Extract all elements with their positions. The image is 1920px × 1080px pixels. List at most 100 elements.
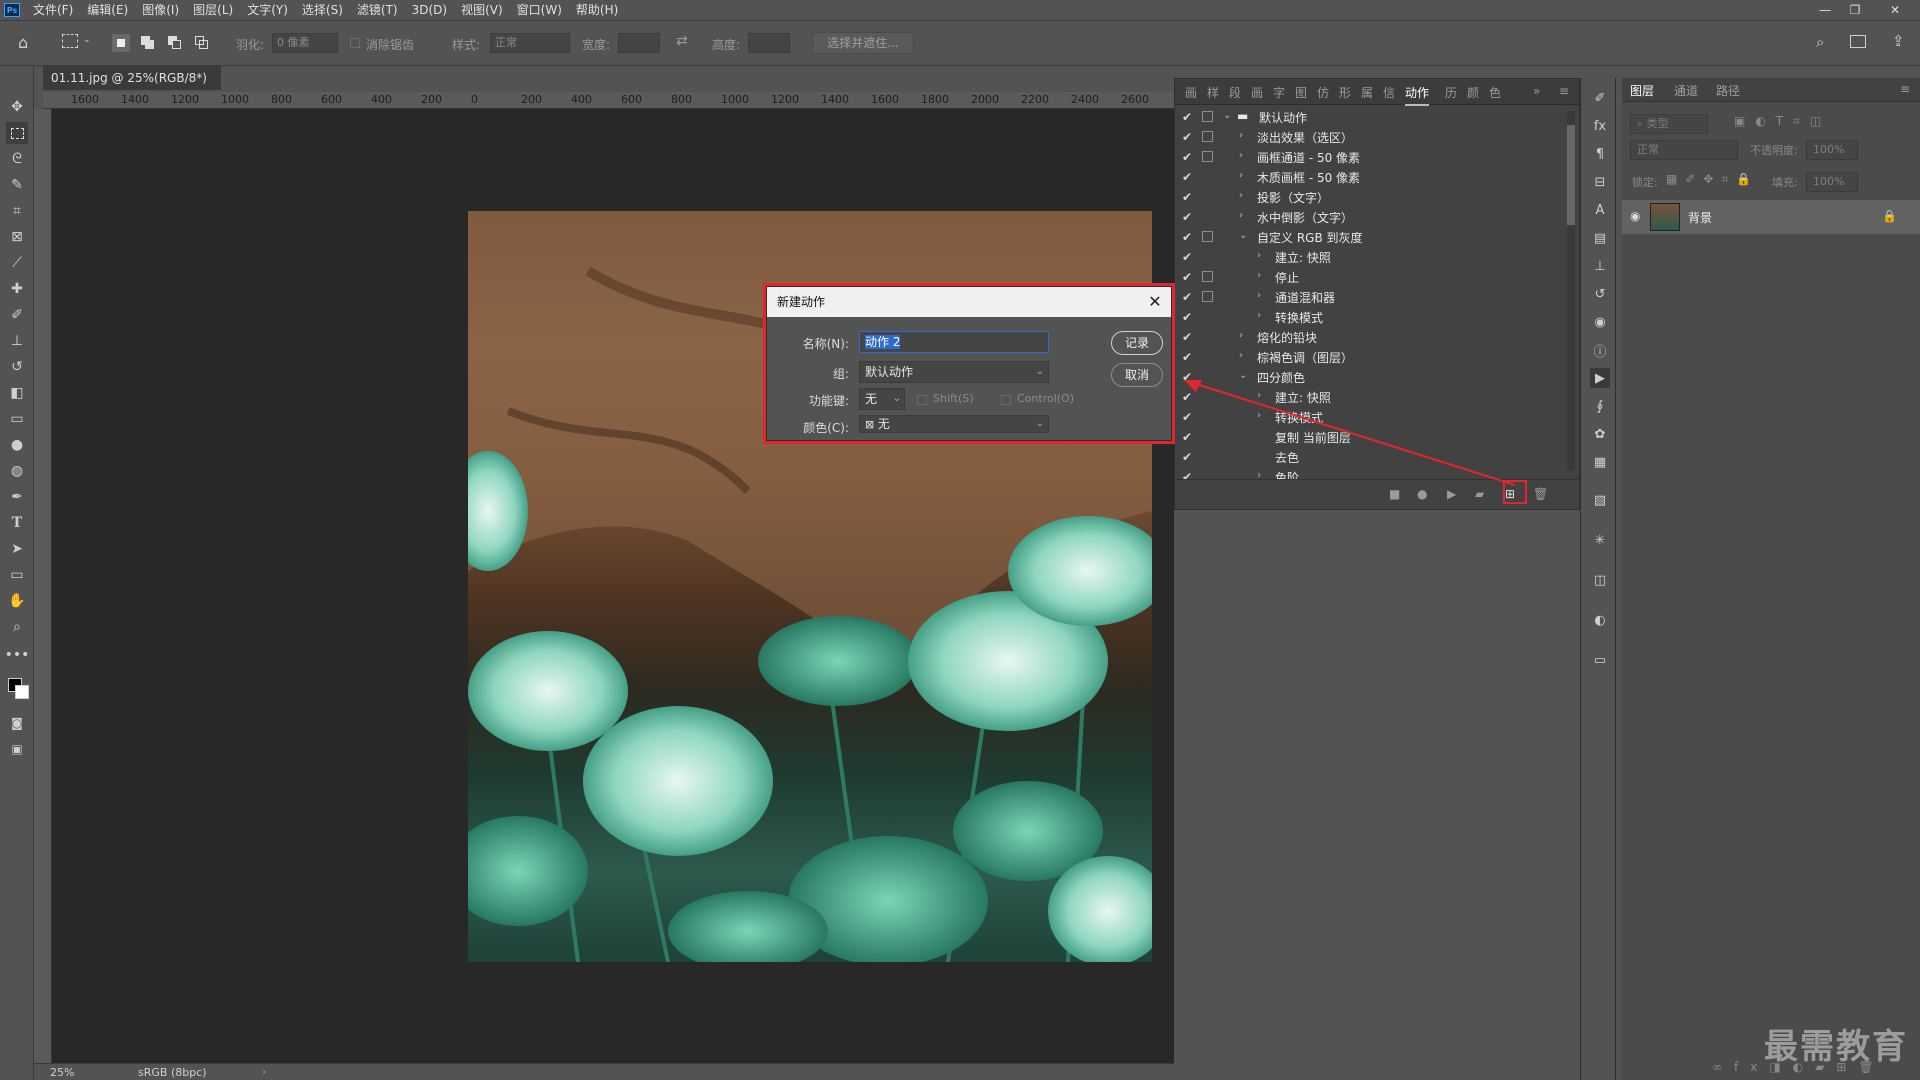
cancel-button[interactable]: 取消 [1111,363,1163,387]
fill-input[interactable]: 100% [1806,172,1858,192]
move-tool-icon[interactable]: ✥ [6,96,28,118]
adjustments-panel-icon[interactable]: ⊟ [1590,172,1610,192]
menu-3d[interactable]: 3D(D) [405,0,454,20]
action-set-row[interactable]: ✔ ⌄ ▬ 默认动作 [1175,107,1565,127]
swatches-panel-icon[interactable]: ▦ [1590,452,1610,472]
action-row[interactable]: ✔ › 棕褐色调（图层） [1175,347,1565,367]
clone-stamp-tool-icon[interactable]: ⊥ [6,330,28,352]
info-panel-icon[interactable]: ⓘ [1590,340,1610,360]
tab-brush-settings[interactable]: 画 [1251,84,1263,101]
action-row[interactable]: ✔ › 熔化的铅块 [1175,327,1565,347]
actions-scrollbar[interactable] [1567,111,1575,471]
search-icon[interactable]: ⌕ [1816,33,1824,51]
action-row[interactable]: ✔ › 停止 [1175,267,1565,287]
zoom-tool-icon[interactable]: ⌕ [6,616,28,638]
actions-panel-icon[interactable]: ▶ [1590,368,1610,388]
toggle-check-icon[interactable]: ✔ [1182,350,1192,364]
styles-panel-icon[interactable]: fx [1590,116,1610,136]
menu-select[interactable]: 选择(S) [295,0,350,20]
action-row[interactable]: ✔ ⌄ 自定义 RGB 到灰度 [1175,227,1565,247]
menu-layer[interactable]: 图层(L) [186,0,240,20]
screen-mode-icon[interactable]: ▣ [6,738,28,760]
record-button[interactable]: 记录 [1111,331,1163,355]
eye-icon[interactable]: ◉ [1630,209,1640,223]
action-row[interactable]: ✔ › 通道混和器 [1175,287,1565,307]
dialog-toggle-icon[interactable] [1202,151,1213,162]
expand-right-icon[interactable]: › [1239,330,1243,341]
action-row[interactable]: ✔ › 转换模式 [1175,307,1565,327]
tab-brush[interactable]: 画 [1185,84,1197,101]
color-select[interactable]: ⊠ 无 ⌄ [859,415,1049,433]
toggle-check-icon[interactable]: ✔ [1182,330,1192,344]
height-input[interactable] [748,33,790,53]
expand-right-icon[interactable]: › [1257,290,1261,301]
tab-paragraph[interactable]: 段 [1229,84,1241,101]
toggle-check-icon[interactable]: ✔ [1182,130,1192,144]
libraries-panel-icon[interactable]: ▤ [1590,228,1610,248]
layer-filter-select[interactable]: ⌕ 类型 [1630,114,1708,134]
marquee-preset-icon[interactable] [62,34,78,48]
menu-window[interactable]: 窗口(W) [510,0,569,20]
dialog-toggle-icon[interactable] [1202,231,1213,242]
dialog-toggle-icon[interactable] [1202,291,1213,302]
paragraph-panel-icon[interactable]: ¶ [1590,144,1610,164]
menu-filter[interactable]: 滤镜(T) [350,0,405,20]
glyphs-panel-icon[interactable]: ∮ [1590,396,1610,416]
subtract-selection-icon[interactable] [166,34,184,52]
expand-right-icon[interactable]: › [1257,270,1261,281]
toggle-check-icon[interactable]: ✔ [1182,250,1192,264]
clone-source-panel-icon[interactable]: ⊥ [1590,256,1610,276]
toggle-check-icon[interactable]: ✔ [1182,110,1192,124]
layer-row[interactable]: ◉ 背景 🔒 [1622,200,1920,234]
panel-menu-icon[interactable]: ≡ [1559,84,1569,98]
zoom-level[interactable]: 25% [50,1066,74,1079]
frame-tool-icon[interactable]: ⊠ [6,226,28,248]
dialog-toggle-icon[interactable] [1202,271,1213,282]
brush-tool-icon[interactable]: ✐ [6,304,28,326]
toggle-check-icon[interactable]: ✔ [1182,230,1192,244]
menu-help[interactable]: 帮助(H) [569,0,625,20]
blend-mode-select[interactable]: 正常 [1630,140,1738,160]
gradients-panel-icon[interactable]: ▭ [1590,650,1610,670]
expand-right-icon[interactable]: › [1239,190,1243,201]
action-row[interactable]: ✔ › 木质画框 - 50 像素 [1175,167,1565,187]
type-tool-icon[interactable]: T [6,512,28,534]
close-icon[interactable]: ✕ [1145,287,1165,317]
panel-menu-icon[interactable]: ≡ [1900,82,1910,96]
tab-info[interactable]: 信 [1383,84,1395,101]
workspace-icon[interactable] [1850,35,1866,48]
chevron-right-icon[interactable]: › [262,1065,266,1078]
shift-checkbox[interactable] [917,395,927,405]
eraser-tool-icon[interactable]: ◧ [6,382,28,404]
3d-panel-icon[interactable]: ✳ [1590,530,1610,550]
color-panel-icon[interactable]: ✿ [1590,424,1610,444]
action-row[interactable]: ✔ › 淡出效果（选区） [1175,127,1565,147]
tab-clone[interactable]: 仿 [1317,84,1329,101]
restore-icon[interactable]: ❐ [1840,0,1870,20]
timeline-panel-icon[interactable]: ◫ [1590,570,1610,590]
expand-right-icon[interactable]: › [1239,170,1243,181]
expand-right-icon[interactable]: › [1239,150,1243,161]
toggle-check-icon[interactable]: ✔ [1182,310,1192,324]
gradient-tool-icon[interactable]: ▭ [6,408,28,430]
menu-view[interactable]: 视图(V) [454,0,510,20]
toggle-check-icon[interactable]: ✔ [1182,270,1192,284]
toggle-check-icon[interactable]: ✔ [1182,290,1192,304]
expand-down-icon[interactable]: ⌄ [1223,110,1231,121]
home-icon[interactable]: ⌂ [18,33,28,52]
chevron-down-icon[interactable]: ⌄ [83,35,91,45]
swap-icon[interactable]: ⇄ [676,33,688,49]
lasso-tool-icon[interactable]: ᘓ [6,148,28,170]
path-select-tool-icon[interactable]: ➤ [6,538,28,560]
expand-right-icon[interactable]: › [1239,210,1243,221]
character-panel-icon[interactable]: A [1590,200,1610,220]
healing-brush-tool-icon[interactable]: ✚ [6,278,28,300]
expand-right-icon[interactable]: › [1239,350,1243,361]
tab-color[interactable]: 颜 [1467,84,1479,101]
rectangle-tool-icon[interactable]: ▭ [6,564,28,586]
style-select[interactable]: 正常 [490,33,570,53]
tab-actions[interactable]: 动作 [1405,84,1430,106]
set-select[interactable]: 默认动作 ⌄ [859,361,1049,383]
add-selection-icon[interactable] [139,34,157,52]
action-row[interactable]: ✔ › 建立: 快照 [1175,247,1565,267]
